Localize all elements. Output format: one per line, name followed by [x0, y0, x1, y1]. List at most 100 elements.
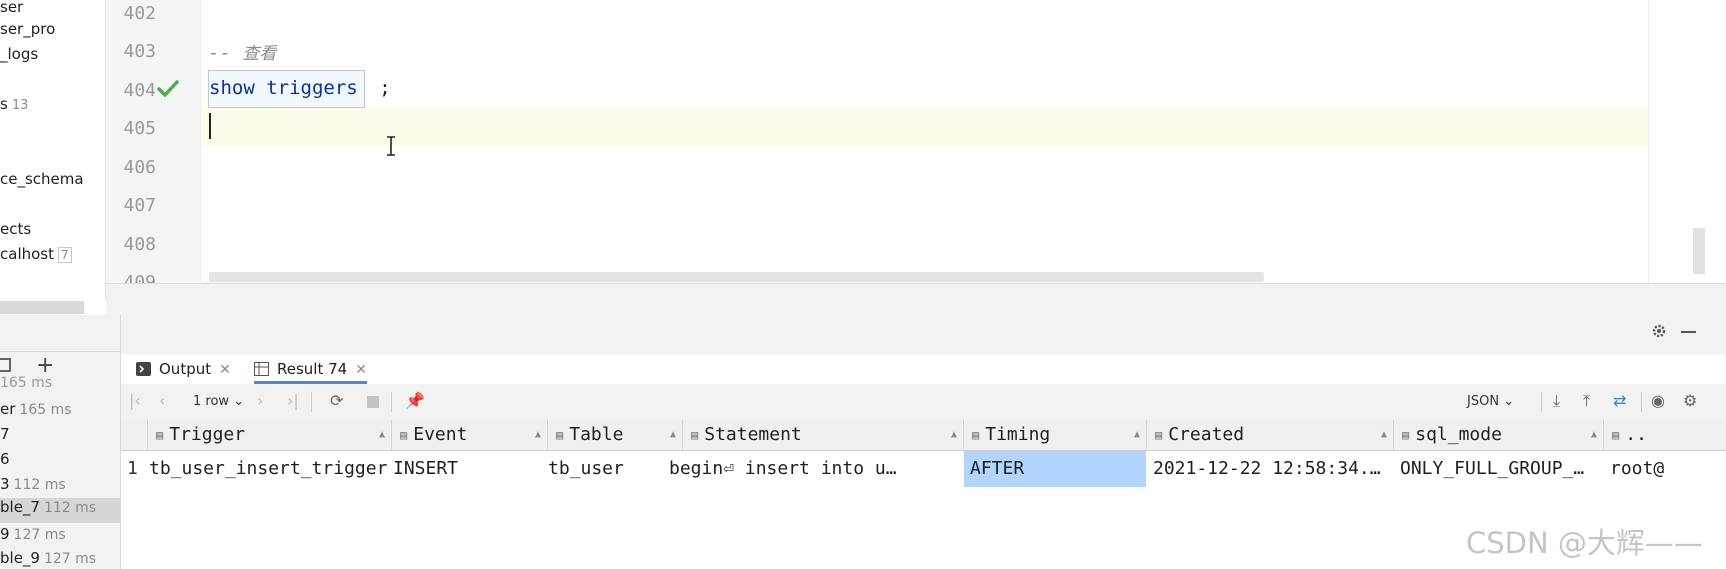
watermark: CSDN @大辉—— [1466, 526, 1703, 560]
sql-statement: show triggers ; [209, 77, 391, 99]
column-header[interactable]: ▤ Trigger ▲ [148, 420, 392, 450]
row-count-dropdown[interactable]: 1 row ⌄ [193, 394, 244, 409]
history-item[interactable]: 7 [0, 425, 14, 443]
check-icon[interactable] [156, 78, 180, 100]
history-time: 112 ms [43, 500, 97, 516]
comment-prefix: -- [208, 42, 231, 64]
gear-icon[interactable]: ⚙ [1683, 391, 1697, 410]
previous-page-icon[interactable]: ‹ [159, 391, 165, 410]
column-icon: ▤ [1612, 428, 1620, 442]
history-item[interactable]: 165 ms [0, 375, 56, 391]
table-cell[interactable]: tb_user_insert_trigger [143, 451, 392, 487]
sql-terminator: ; [379, 77, 391, 99]
editor-horizontal-scrollbar[interactable] [209, 272, 1264, 282]
editor-vertical-scrollbar[interactable] [1693, 228, 1705, 274]
sort-icon[interactable]: ▲ [1381, 420, 1387, 450]
history-label: ble_9 [0, 549, 40, 567]
column-header[interactable]: ▤ Statement ▲ [683, 420, 964, 450]
stop-icon[interactable] [367, 396, 379, 408]
tree-item-label: ser_pro [0, 20, 56, 38]
download-icon[interactable]: ⤓ [1553, 391, 1560, 411]
eye-icon[interactable]: ◉ [1651, 391, 1665, 410]
tab-label: Result 74 [277, 360, 348, 378]
code-editor[interactable]: -- 查看 show triggers ; [201, 0, 1648, 283]
history-item[interactable]: 6 [0, 450, 14, 468]
column-label: Created [1168, 424, 1245, 445]
history-label: ble_7 [0, 498, 40, 516]
column-label: sql_mode [1415, 424, 1502, 445]
table-cell[interactable]: ONLY_FULL_GROUP_… [1394, 451, 1603, 487]
layout-icon[interactable] [0, 357, 14, 373]
line-number: 406 [123, 157, 156, 178]
history-item-selected[interactable]: ble_7 112 ms [0, 498, 120, 523]
tree-horizontal-scrollbar[interactable] [0, 301, 84, 314]
sort-icon[interactable]: ▲ [379, 420, 385, 450]
gear-icon[interactable] [1651, 323, 1667, 339]
column-header[interactable]: ▤ Timing ▲ [964, 420, 1147, 450]
sort-icon[interactable]: ▲ [1591, 420, 1597, 450]
compare-icon[interactable]: ⇄ [1613, 391, 1626, 410]
column-label: Statement [704, 424, 802, 445]
last-page-icon[interactable]: ›| [287, 391, 299, 410]
column-header[interactable]: ▤ Event ▲ [392, 420, 548, 450]
table-cell[interactable]: 2021-12-22 12:58:34.… [1147, 451, 1393, 487]
tree-item-label: ce_schema [0, 170, 84, 188]
column-header[interactable]: ▤ sql_mode ▲ [1394, 420, 1604, 450]
tree-item[interactable]: ce_schema [0, 170, 84, 188]
table-header: ▤ Trigger ▲ ▤ Event ▲ ▤ Table ▲ ▤ Statement ▲ ▤ T… [121, 420, 1726, 451]
column-icon: ▤ [1155, 428, 1163, 442]
count-badge: 7 [58, 247, 72, 263]
first-page-icon[interactable]: |‹ [129, 391, 141, 410]
close-icon[interactable]: ✕ [219, 362, 231, 378]
next-page-icon[interactable]: › [257, 391, 263, 410]
table-cell[interactable]: begin⏎ insert into u… [663, 451, 938, 487]
history-time: 127 ms [43, 551, 97, 567]
tab-result[interactable]: Result 74 ✕ [254, 354, 367, 384]
column-header[interactable]: ▤ Created ▲ [1147, 420, 1394, 450]
minimize-icon[interactable] [1681, 331, 1696, 333]
sort-icon[interactable]: ▲ [535, 420, 541, 450]
tree-item[interactable]: ser [0, 0, 23, 16]
tree-item-label: ser [0, 0, 24, 16]
editor-right-gutter [1648, 0, 1726, 283]
table-cell[interactable]: INSERT [387, 451, 542, 487]
sort-icon[interactable]: ▲ [670, 420, 676, 450]
column-header[interactable]: ▤ Table ▲ [548, 420, 683, 450]
table-cell[interactable]: tb_user [542, 451, 676, 487]
pin-icon[interactable]: 📌 [405, 391, 425, 410]
tab-label: Output [159, 360, 212, 378]
history-item[interactable]: er 165 ms [0, 400, 72, 418]
table-cell-selected[interactable]: AFTER [964, 451, 1146, 487]
format-dropdown[interactable]: JSON ⌄ [1467, 394, 1514, 409]
history-label: 3 [0, 475, 10, 493]
history-item[interactable]: ble_9 127 ms [0, 549, 96, 567]
editor-gutter: 402 403 404 405 406 407 408 409 [106, 0, 201, 293]
column-icon: ▤ [691, 428, 699, 442]
table-row[interactable]: 1 tb_user_insert_trigger INSERT tb_user … [121, 451, 1726, 487]
tree-item[interactable]: calhost 7 [0, 245, 72, 263]
divider [1541, 392, 1542, 412]
tree-item[interactable]: ser_pro [0, 20, 55, 38]
divider [391, 392, 392, 412]
history-item[interactable]: 3 112 ms [0, 475, 66, 493]
refresh-icon[interactable]: ⟳ [330, 391, 343, 410]
upload-icon[interactable]: ⤒ [1583, 391, 1590, 411]
column-label: Event [413, 424, 468, 445]
history-time: 112 ms [13, 477, 66, 493]
sort-icon[interactable]: ▲ [1134, 420, 1140, 450]
tab-output[interactable]: Output ✕ [136, 354, 231, 384]
sort-icon[interactable]: ▲ [951, 420, 957, 450]
table-icon [254, 362, 269, 376]
close-icon[interactable]: ✕ [355, 362, 367, 378]
format-label: JSON [1467, 394, 1500, 409]
tree-item[interactable]: s 13 [0, 95, 28, 113]
history-time: 127 ms [13, 527, 66, 543]
tree-item[interactable]: ects [0, 220, 31, 238]
tree-item[interactable]: _logs [0, 45, 38, 63]
column-icon: ▤ [1402, 428, 1410, 442]
history-item[interactable]: 9 127 ms [0, 525, 66, 543]
column-header[interactable]: ▤.. [1604, 420, 1726, 450]
column-label: .. [1625, 424, 1647, 445]
table-cell[interactable]: root@ [1604, 451, 1726, 487]
history-label: 7 [0, 425, 10, 443]
